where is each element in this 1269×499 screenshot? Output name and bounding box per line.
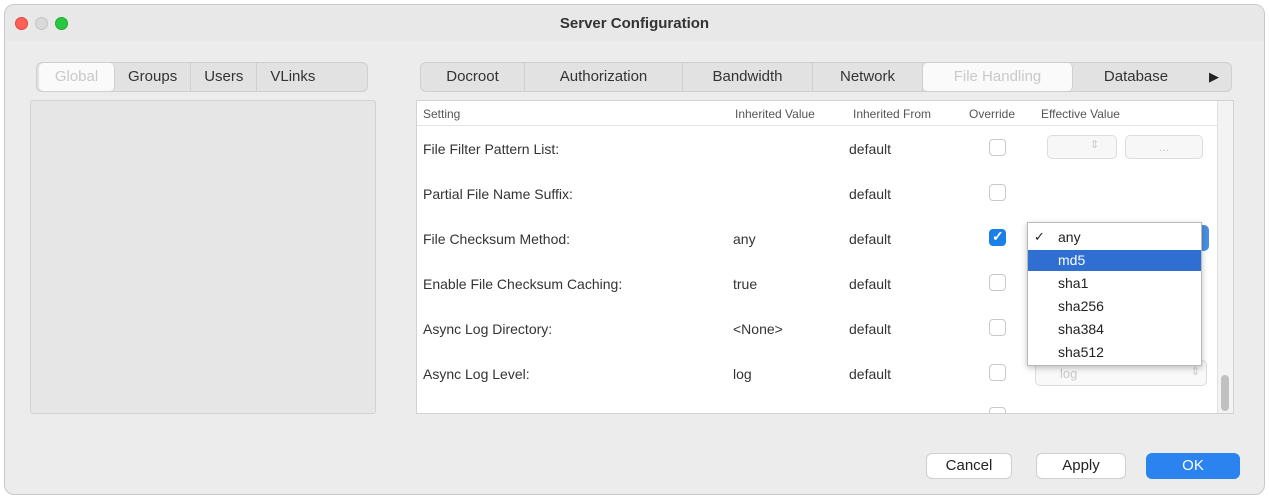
inherited-from: default bbox=[849, 141, 892, 157]
column-header-inherited-value: Inherited Value bbox=[735, 107, 815, 121]
tab-database[interactable]: Database bbox=[1073, 63, 1199, 91]
override-checkbox[interactable] bbox=[989, 184, 1006, 201]
setting-name: Partial File Name Suffix: bbox=[423, 186, 573, 202]
vertical-scrollbar[interactable] bbox=[1217, 101, 1233, 413]
menu-item-label: any bbox=[1058, 229, 1081, 245]
tab-vlinks[interactable]: VLinks bbox=[257, 63, 328, 91]
table-row[interactable] bbox=[417, 397, 1217, 413]
menu-item-label: sha1 bbox=[1058, 275, 1089, 291]
chevron-updown-icon: ⇕ bbox=[1190, 366, 1200, 378]
menu-item-label: sha256 bbox=[1058, 298, 1104, 314]
value-stepper[interactable]: ⇕ bbox=[1047, 135, 1117, 159]
column-header-inherited-from: Inherited From bbox=[853, 107, 932, 121]
menu-item-label: sha512 bbox=[1058, 344, 1104, 360]
cancel-button[interactable]: Cancel bbox=[926, 453, 1012, 479]
scrollbar-thumb[interactable] bbox=[1221, 375, 1229, 411]
menu-item-any[interactable]: ✓ any bbox=[1028, 227, 1201, 248]
inherited-from: default bbox=[849, 366, 892, 382]
setting-name: File Checksum Method: bbox=[423, 231, 571, 247]
setting-name: File Filter Pattern List: bbox=[423, 141, 560, 157]
menu-item-sha256[interactable]: sha256 bbox=[1028, 296, 1201, 317]
inherited-from: default bbox=[849, 186, 892, 202]
menu-item-label: sha384 bbox=[1058, 321, 1104, 337]
window-title: Server Configuration bbox=[559, 15, 710, 32]
inherited-from: default bbox=[849, 276, 892, 292]
override-checkbox[interactable] bbox=[989, 319, 1006, 336]
inherited-from: default bbox=[849, 231, 892, 247]
title-bar: Server Configuration bbox=[5, 5, 1264, 41]
selected-value: log bbox=[1060, 366, 1078, 381]
header-divider bbox=[417, 125, 1217, 126]
override-checkbox[interactable] bbox=[989, 407, 1006, 413]
tab-file-handling[interactable]: File Handling bbox=[923, 63, 1073, 91]
inherited-value: any bbox=[733, 231, 756, 247]
inherited-value: true bbox=[733, 276, 758, 292]
inherited-value: log bbox=[733, 366, 752, 382]
override-checkbox[interactable] bbox=[989, 274, 1006, 291]
tab-groups[interactable]: Groups bbox=[115, 63, 192, 91]
table-row[interactable]: Partial File Name Suffix: default bbox=[417, 172, 1217, 217]
stepper-arrows-icon: ⇕ bbox=[1090, 139, 1100, 151]
column-header-setting: Setting bbox=[423, 107, 461, 121]
menu-item-sha1[interactable]: sha1 bbox=[1028, 273, 1201, 294]
tab-users[interactable]: Users bbox=[191, 63, 258, 91]
right-tab-bar: Docroot Authorization Bandwidth Network … bbox=[420, 62, 1232, 92]
menu-item-label: md5 bbox=[1058, 252, 1086, 268]
table-row[interactable]: File Filter Pattern List: default ⇕ ... bbox=[417, 127, 1217, 172]
inherited-from: default bbox=[849, 321, 892, 337]
left-tab-bar: Global Groups Users VLinks bbox=[36, 62, 368, 92]
override-checkbox[interactable] bbox=[989, 139, 1006, 156]
checksum-method-select[interactable] bbox=[1201, 225, 1209, 251]
browse-button[interactable]: ... bbox=[1125, 135, 1203, 159]
tab-scroll-right-icon[interactable]: ▶ bbox=[1199, 69, 1229, 85]
menu-item-sha384[interactable]: sha384 bbox=[1028, 319, 1201, 340]
checkmark-icon: ✓ bbox=[1034, 229, 1045, 244]
menu-item-sha512[interactable]: sha512 bbox=[1028, 342, 1201, 363]
setting-name: Enable File Checksum Caching: bbox=[423, 276, 623, 292]
inherited-value: <None> bbox=[733, 321, 783, 337]
tab-docroot[interactable]: Docroot bbox=[421, 63, 525, 91]
setting-name: Async Log Directory: bbox=[423, 321, 553, 337]
override-checkbox[interactable] bbox=[989, 228, 1006, 246]
tab-network[interactable]: Network bbox=[813, 63, 923, 91]
ok-button[interactable]: OK bbox=[1146, 453, 1240, 479]
column-header-override: Override bbox=[969, 107, 1016, 121]
apply-button[interactable]: Apply bbox=[1036, 453, 1126, 479]
setting-name: Async Log Level: bbox=[423, 366, 530, 382]
tab-bandwidth[interactable]: Bandwidth bbox=[683, 63, 813, 91]
left-list-pane[interactable] bbox=[30, 100, 376, 414]
menu-item-md5[interactable]: md5 bbox=[1028, 250, 1201, 271]
tab-global[interactable]: Global bbox=[39, 63, 115, 91]
column-header-effective-value: Effective Value bbox=[1041, 107, 1120, 121]
tab-authorization[interactable]: Authorization bbox=[525, 63, 683, 91]
override-checkbox[interactable] bbox=[989, 364, 1006, 381]
checksum-method-menu: ✓ any md5 sha1 sha256 sha384 sha512 bbox=[1027, 222, 1202, 366]
